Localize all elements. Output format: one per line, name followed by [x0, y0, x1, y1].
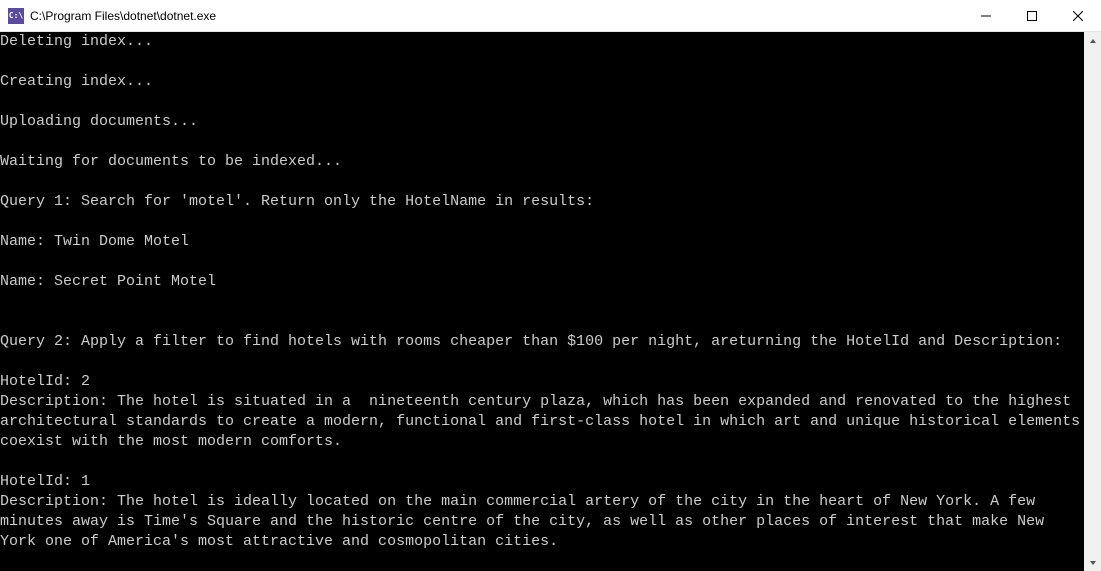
- window-title: C:\Program Files\dotnet\dotnet.exe: [30, 9, 216, 23]
- scroll-down-icon[interactable]: [1084, 554, 1101, 571]
- vertical-scrollbar[interactable]: [1084, 32, 1101, 571]
- scroll-up-icon[interactable]: [1084, 32, 1101, 49]
- window-controls: [963, 0, 1101, 31]
- maximize-button[interactable]: [1009, 0, 1055, 31]
- close-button[interactable]: [1055, 0, 1101, 31]
- app-icon: C:\: [8, 8, 24, 24]
- console-output[interactable]: Deleting index... Creating index... Uplo…: [0, 32, 1084, 571]
- minimize-button[interactable]: [963, 0, 1009, 31]
- console-area: Deleting index... Creating index... Uplo…: [0, 32, 1101, 571]
- console-window: C:\ C:\Program Files\dotnet\dotnet.exe D…: [0, 0, 1101, 571]
- titlebar[interactable]: C:\ C:\Program Files\dotnet\dotnet.exe: [0, 0, 1101, 32]
